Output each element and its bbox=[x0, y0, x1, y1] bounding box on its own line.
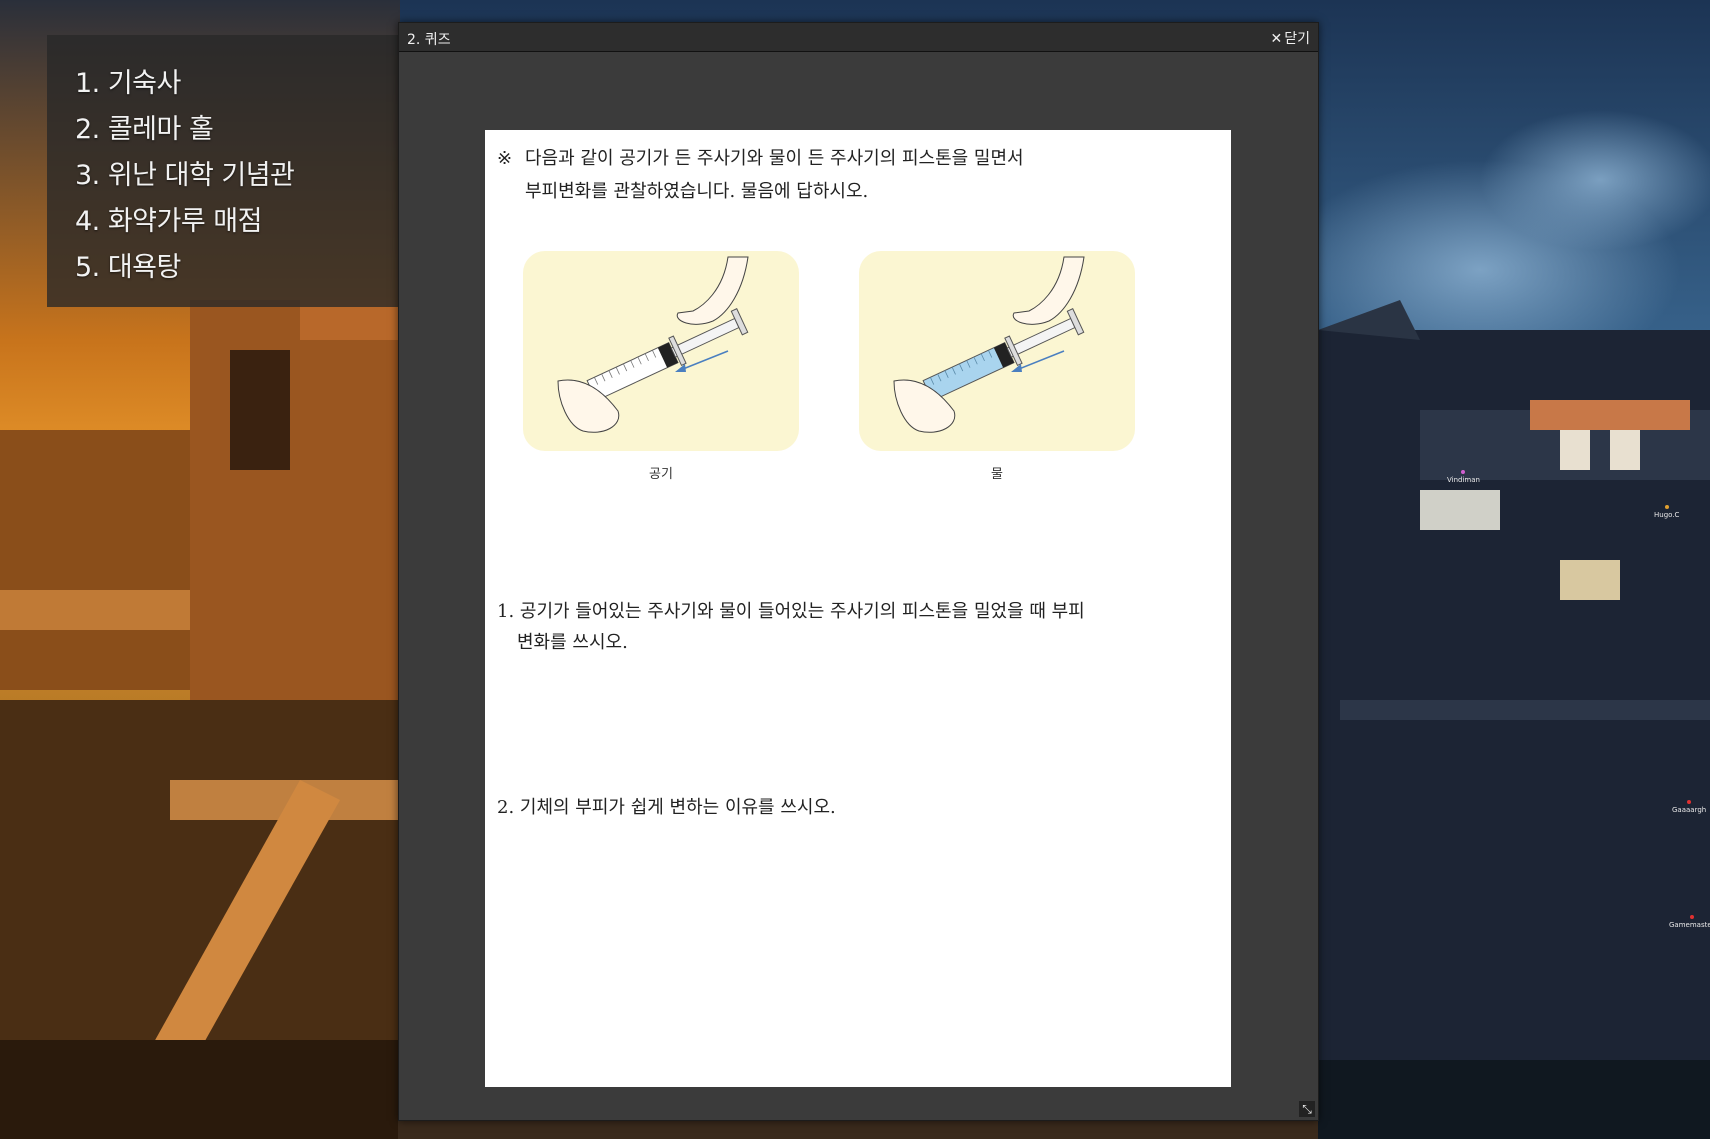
close-button[interactable]: ✕ 닫기 bbox=[1271, 28, 1311, 48]
player-marker-icon bbox=[1689, 915, 1694, 919]
question-1: 1. 공기가 들어있는 주사기와 물이 들어있는 주사기의 피스톤을 밀었을 때… bbox=[497, 601, 1085, 653]
player-marker-icon bbox=[1687, 800, 1692, 804]
air-syringe-illustration bbox=[523, 251, 799, 451]
close-icon: ✕ bbox=[1270, 31, 1283, 47]
caption-water: 물 bbox=[991, 467, 1003, 482]
water-syringe-illustration bbox=[859, 251, 1135, 451]
location-menu: 1. 기숙사 2. 콜레마 홀 3. 위난 대학 기념관 4. 화약가루 매점 … bbox=[47, 35, 398, 307]
location-item-colema-hall[interactable]: 2. 콜레마 홀 bbox=[75, 107, 398, 153]
location-item-dormitory[interactable]: 1. 기숙사 bbox=[75, 61, 398, 107]
quiz-window: 2. 퀴즈 ✕ 닫기 ※ 다음과 같이 공기가 든 주사기와 물이 든 주사기의 피… bbox=[398, 22, 1319, 1121]
player-nametag: Gaaaargh bbox=[1672, 800, 1706, 814]
quiz-worksheet: ※ 다음과 같이 공기가 든 주사기와 물이 든 주사기의 피스톤을 밀면서 부피… bbox=[485, 130, 1231, 1087]
syringe-figure: 공기 물 bbox=[523, 245, 1173, 497]
location-item-gunpowder-shop[interactable]: 4. 화약가루 매점 bbox=[75, 199, 398, 245]
player-marker-icon bbox=[1461, 470, 1466, 474]
reference-mark: ※ bbox=[497, 148, 513, 169]
player-nametag: Hugo.C bbox=[1654, 505, 1679, 519]
instruction-text: ※ 다음과 같이 공기가 든 주사기와 물이 든 주사기의 피스톤을 밀면서 부피… bbox=[497, 142, 1197, 208]
resize-handle-icon[interactable]: ⤡ bbox=[1299, 1101, 1315, 1117]
player-nametag: Vindiman bbox=[1447, 470, 1480, 484]
window-titlebar[interactable]: 2. 퀴즈 ✕ 닫기 bbox=[399, 23, 1318, 52]
location-item-memorial-hall[interactable]: 3. 위난 대학 기념관 bbox=[75, 153, 398, 199]
location-item-bathhouse[interactable]: 5. 대욕탕 bbox=[75, 245, 398, 291]
player-marker-icon bbox=[1664, 505, 1669, 509]
window-title: 2. 퀴즈 bbox=[407, 32, 451, 48]
player-nametag: Gamemaster bbox=[1669, 915, 1710, 929]
close-label: 닫기 bbox=[1284, 31, 1310, 47]
window-body: ※ 다음과 같이 공기가 든 주사기와 물이 든 주사기의 피스톤을 밀면서 부피… bbox=[399, 52, 1318, 1120]
caption-air: 공기 bbox=[649, 467, 673, 482]
question-2: 2. 기체의 부피가 쉽게 변하는 이유를 쓰시오. bbox=[497, 797, 836, 818]
